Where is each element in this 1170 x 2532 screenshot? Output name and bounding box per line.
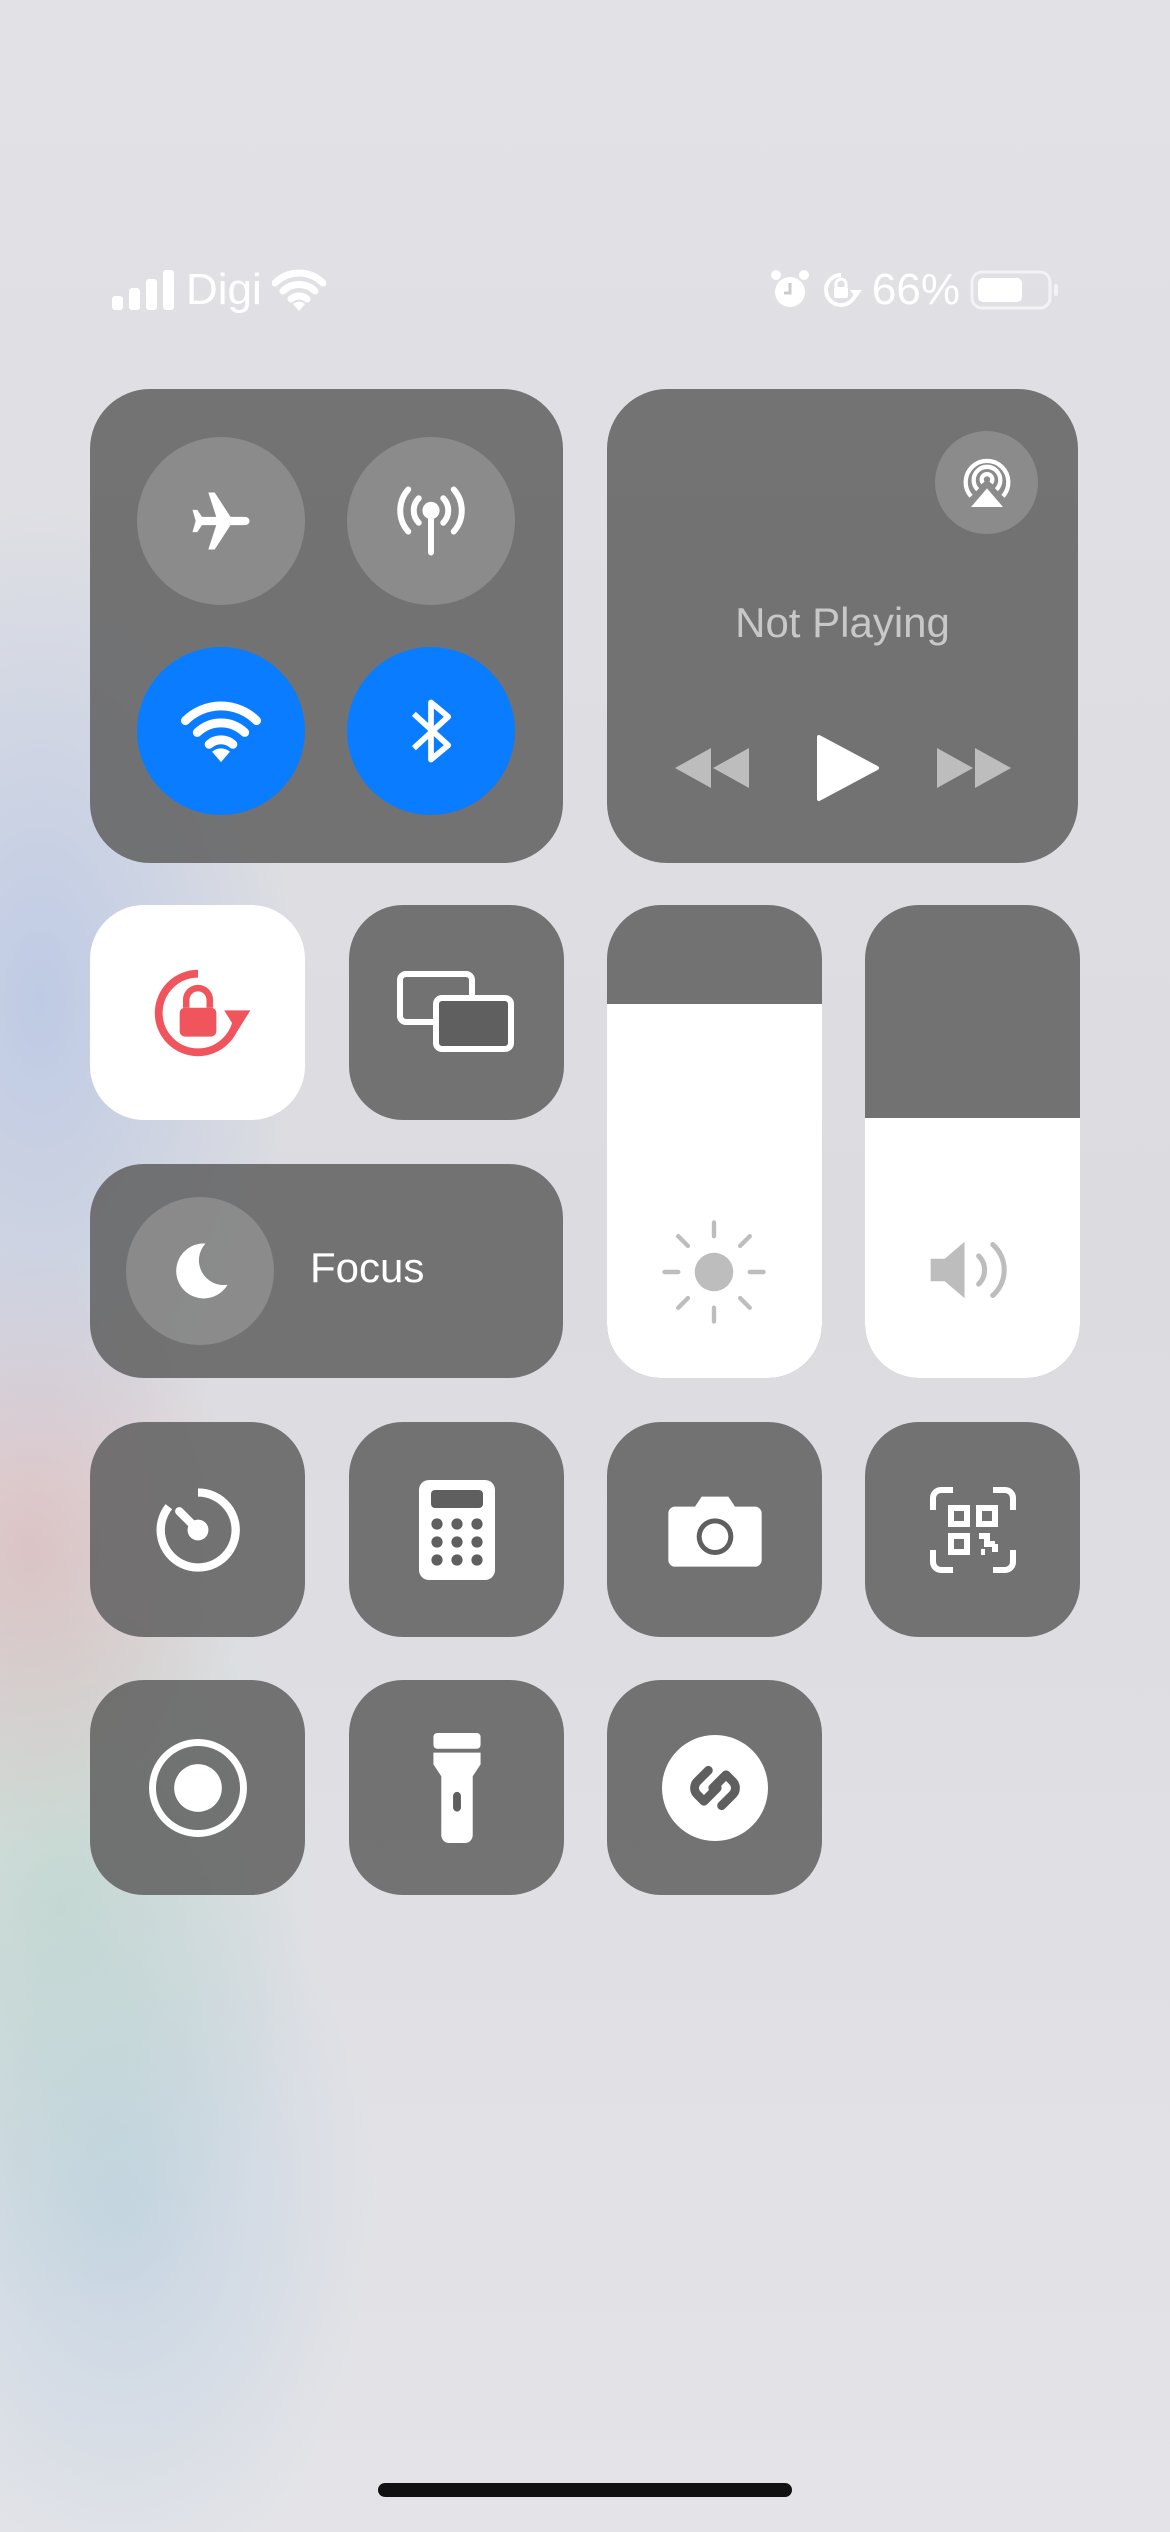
flashlight-button[interactable] — [349, 1680, 564, 1895]
carrier-name: Digi — [186, 265, 262, 314]
volume-slider[interactable] — [865, 905, 1080, 1378]
home-indicator[interactable] — [378, 2483, 792, 2497]
record-icon — [148, 1738, 247, 1837]
timer-button[interactable] — [90, 1422, 305, 1637]
now-playing-module: Not Playing — [607, 389, 1078, 863]
brightness-slider[interactable] — [607, 905, 822, 1378]
cellular-data-button[interactable] — [347, 437, 515, 605]
alarm-icon — [770, 270, 809, 307]
airplane-icon — [192, 492, 250, 550]
code-scanner-button[interactable] — [865, 1422, 1080, 1637]
camera-button[interactable] — [607, 1422, 822, 1637]
airplane-mode-button[interactable] — [137, 437, 305, 605]
timer-icon — [156, 1487, 240, 1572]
orientation-lock-icon — [154, 969, 250, 1056]
shazam-button[interactable] — [607, 1680, 822, 1895]
fast-forward-button[interactable] — [935, 744, 1013, 792]
connectivity-module — [90, 389, 563, 863]
bluetooth-icon — [411, 699, 451, 763]
screen-recording-button[interactable] — [90, 1680, 305, 1895]
calculator-button[interactable] — [349, 1422, 564, 1637]
bluetooth-button[interactable] — [347, 647, 515, 815]
wifi-icon — [181, 701, 261, 763]
status-bar-right: 66% — [770, 265, 1060, 315]
rewind-button[interactable] — [673, 744, 751, 792]
screen-mirroring-icon — [396, 970, 514, 1052]
moon-icon — [176, 1243, 228, 1299]
camera-icon — [667, 1496, 762, 1567]
cellular-antenna-icon — [397, 486, 465, 556]
airplay-icon — [963, 458, 1010, 507]
status-bar-left: Digi — [112, 265, 326, 315]
shazam-icon — [661, 1734, 768, 1841]
screen-mirroring-button[interactable] — [349, 905, 564, 1120]
wifi-icon — [271, 269, 326, 311]
battery-percent: 66% — [871, 265, 960, 314]
orientation-lock-icon — [823, 273, 862, 307]
orientation-lock-button[interactable] — [90, 905, 305, 1120]
brightness-icon — [662, 1220, 766, 1324]
qr-code-scanner-icon — [929, 1486, 1016, 1573]
play-button[interactable] — [815, 733, 879, 803]
focus-moon-circle — [126, 1197, 274, 1345]
focus-label: Focus — [310, 1244, 425, 1291]
airplay-button[interactable] — [935, 431, 1038, 534]
focus-button[interactable]: Focus — [90, 1164, 563, 1378]
cellular-signal-icon — [112, 270, 174, 310]
now-playing-status: Not Playing — [735, 599, 950, 646]
calculator-icon — [418, 1479, 495, 1580]
flashlight-icon — [432, 1732, 481, 1843]
wifi-button[interactable] — [137, 647, 305, 815]
speaker-icon — [930, 1241, 1007, 1299]
battery-icon — [970, 270, 1058, 310]
